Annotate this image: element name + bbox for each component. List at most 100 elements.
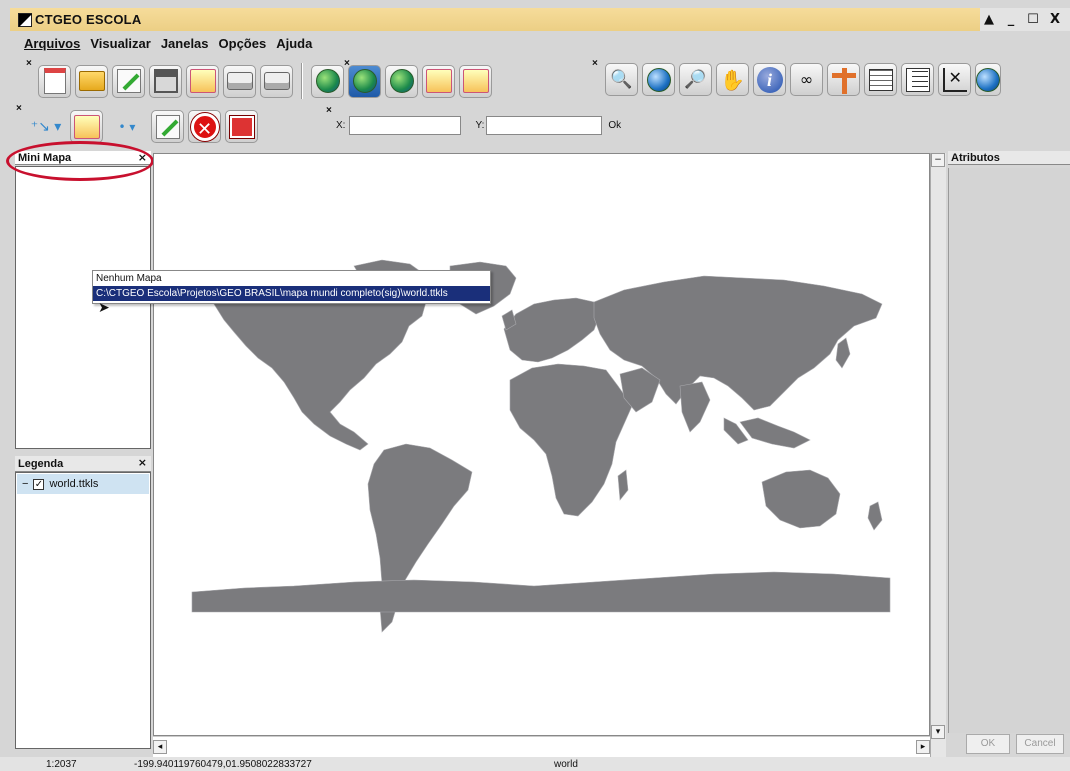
legend-layer-item[interactable]: − ✓ world.ttkls (17, 474, 149, 494)
map-view[interactable] (153, 153, 930, 736)
scroll-right-arrow-icon[interactable]: ▸ (916, 740, 930, 754)
main-toolbar (38, 63, 492, 99)
app-logo-icon (18, 12, 33, 28)
pencil-icon (155, 114, 180, 139)
scroll-up-icon[interactable]: ▲ (980, 11, 998, 29)
vertical-scrollbar[interactable]: − ▾ (930, 153, 946, 757)
dropdown-option-world-map[interactable]: C:\CTGEO Escola\Projetos\GEO BRASIL\mapa… (93, 286, 490, 301)
x-label: X: (336, 120, 346, 131)
scroll-left-arrow-icon[interactable]: ◂ (153, 740, 167, 754)
measure-button[interactable] (827, 63, 860, 96)
toolbar-close-icon[interactable]: × (326, 105, 332, 116)
magnifier-icon: 🔎 (684, 69, 707, 90)
table-icon (868, 68, 893, 91)
info-icon: i (756, 66, 783, 93)
toolbar-close-icon[interactable]: × (592, 58, 598, 69)
maximize-button[interactable]: ☐ (1024, 11, 1042, 29)
hand-icon: ✋ (720, 67, 745, 92)
title-bar: CTGEO ESCOLA ▲ _ ☐ X (10, 8, 1070, 31)
ok-coordinates-button[interactable]: Ok (608, 120, 621, 131)
toolbar-close-icon[interactable]: × (26, 58, 32, 69)
globe-icon (315, 69, 340, 93)
globe-add-icon (352, 69, 377, 93)
edit-project-button[interactable] (112, 64, 145, 98)
export-globe-icon (976, 67, 1000, 92)
menu-arquivos[interactable]: Arquivos (24, 36, 80, 56)
add-map-button[interactable] (348, 64, 381, 98)
atributos-header: Atributos (948, 151, 1070, 165)
legenda-header: Legenda × (15, 456, 151, 472)
menu-janelas[interactable]: Janelas (161, 36, 209, 56)
pan-button[interactable]: ✋ (716, 63, 749, 96)
layer-settings-button[interactable] (459, 64, 492, 98)
y-coordinate-input[interactable] (486, 116, 603, 135)
world-map (191, 259, 891, 633)
menu-visualizar[interactable]: Visualizar (90, 36, 150, 56)
edit-feature-button[interactable] (151, 110, 184, 143)
find-button[interactable]: ∞ (790, 63, 823, 96)
menu-bar: Arquivos Visualizar Janelas Opções Ajuda (24, 36, 312, 56)
toolbar-close-icon[interactable]: × (16, 103, 22, 114)
print-preview-icon (263, 72, 290, 90)
attributes-cancel-button[interactable]: Cancel (1016, 734, 1064, 754)
scroll-up-arrow-icon[interactable]: − (931, 153, 945, 167)
horizontal-scrollbar[interactable]: ◂ ▸ (153, 736, 930, 757)
y-label: Y: (475, 120, 485, 131)
cancel-icon: ✕ (190, 112, 219, 141)
measure-icon (831, 67, 857, 94)
remove-layer-button[interactable] (385, 64, 418, 98)
legenda-title: Legenda (18, 457, 64, 470)
print-preview-button[interactable] (260, 64, 293, 98)
save-button[interactable] (149, 64, 182, 98)
zoom-button[interactable]: 🔎 (679, 63, 712, 96)
table-button[interactable] (864, 63, 897, 96)
mini-mapa-panel[interactable] (15, 166, 151, 449)
list-icon (905, 67, 930, 92)
minimize-button[interactable]: _ (1002, 11, 1020, 29)
close-window-button[interactable]: X (1046, 11, 1064, 29)
edit-icon (116, 69, 141, 93)
x-coordinate-input[interactable] (349, 116, 462, 135)
list-button[interactable] (901, 63, 934, 96)
new-document-button[interactable] (38, 64, 71, 98)
properties-button[interactable] (186, 64, 219, 98)
add-point-button[interactable]: ⁺↘ ▾ (26, 110, 66, 143)
madagascar-landmass (617, 469, 629, 501)
mini-mapa-source-dropdown[interactable]: Nenhum Mapa C:\CTGEO Escola\Projetos\GEO… (92, 270, 491, 304)
add-point-icon: ⁺↘ ▾ (30, 118, 62, 135)
add-layer-button[interactable] (311, 64, 344, 98)
info-button[interactable]: i (753, 63, 786, 96)
full-extent-button[interactable] (642, 63, 675, 96)
legenda-close-icon[interactable]: × (138, 456, 147, 469)
cancel-edit-button[interactable]: ✕ (188, 110, 221, 143)
scroll-down-arrow-icon[interactable]: ▾ (931, 725, 945, 739)
save-icon (153, 69, 178, 93)
mouse-cursor-icon: ➤ (98, 300, 110, 316)
map-layer-button[interactable] (70, 110, 103, 143)
folder-icon (78, 71, 105, 91)
menu-ajuda[interactable]: Ajuda (276, 36, 312, 56)
globe-remove-icon (389, 69, 414, 93)
open-folder-button[interactable] (75, 64, 108, 98)
printer-icon (226, 72, 253, 90)
toolbar-close-icon[interactable]: × (344, 58, 350, 69)
atributos-panel (948, 168, 1070, 733)
attributes-ok-button[interactable]: OK (966, 734, 1010, 754)
print-button[interactable] (223, 64, 256, 98)
export-button[interactable] (975, 63, 1001, 96)
coordinate-input-row: X: Y: Ok (336, 116, 621, 135)
point-dropdown-button[interactable]: • ▾ (107, 110, 147, 143)
dropdown-option-nenhum-mapa[interactable]: Nenhum Mapa (93, 271, 490, 286)
point-icon: • ▾ (118, 119, 136, 134)
exit-icon (229, 115, 254, 138)
layer-visibility-checkbox[interactable]: ✓ (33, 478, 45, 490)
layer-properties-button[interactable] (422, 64, 455, 98)
exit-edit-button[interactable] (225, 110, 258, 143)
menu-opcoes[interactable]: Opções (219, 36, 267, 56)
graph-button[interactable] (938, 63, 971, 96)
new-document-icon (43, 68, 66, 94)
map-scale: 1:2037 (46, 758, 77, 770)
collapse-icon[interactable]: − (22, 478, 28, 490)
zoom-extent-button[interactable]: 🔍 (605, 63, 638, 96)
antarctica-landmass (191, 571, 891, 613)
